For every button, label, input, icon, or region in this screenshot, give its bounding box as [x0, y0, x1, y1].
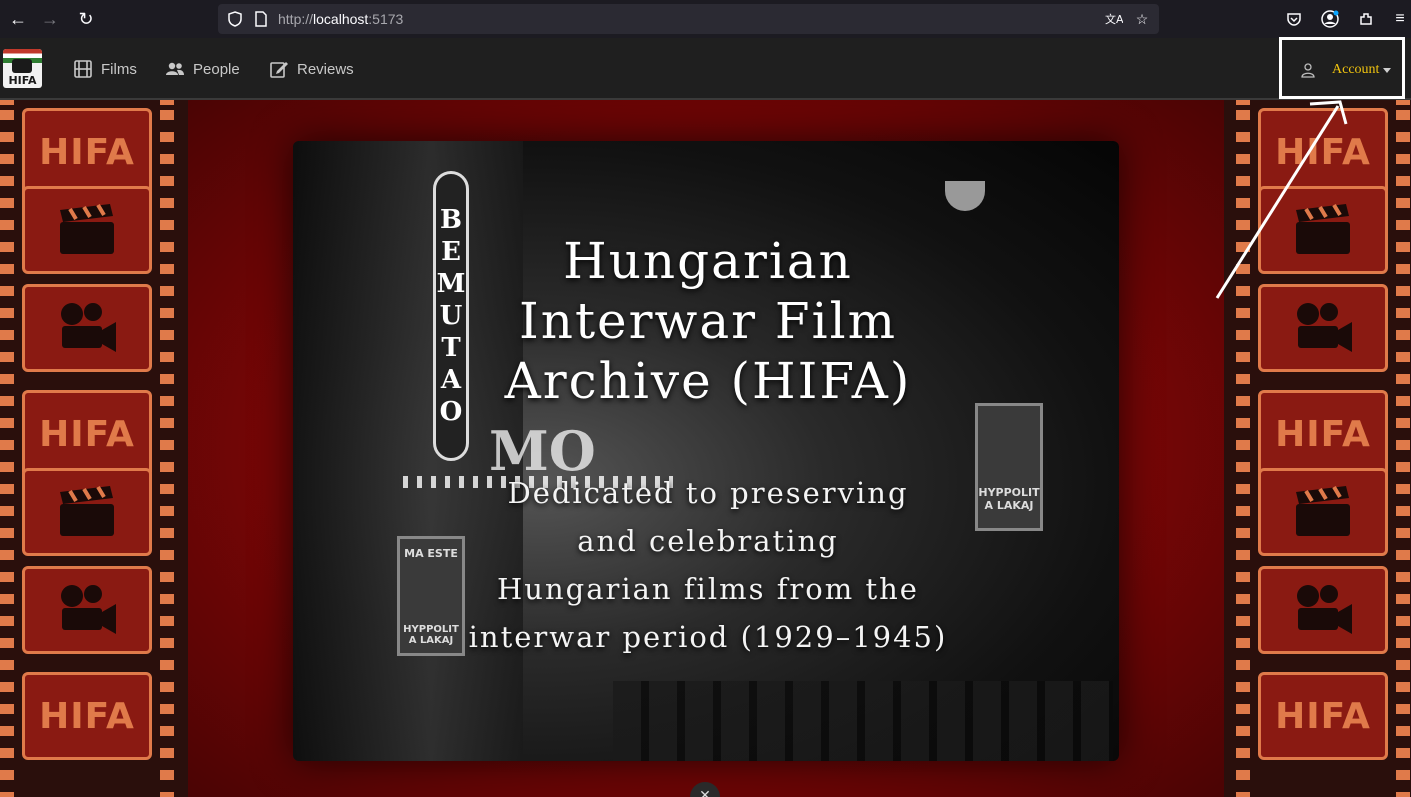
annotation-arrow: [1215, 100, 1348, 299]
